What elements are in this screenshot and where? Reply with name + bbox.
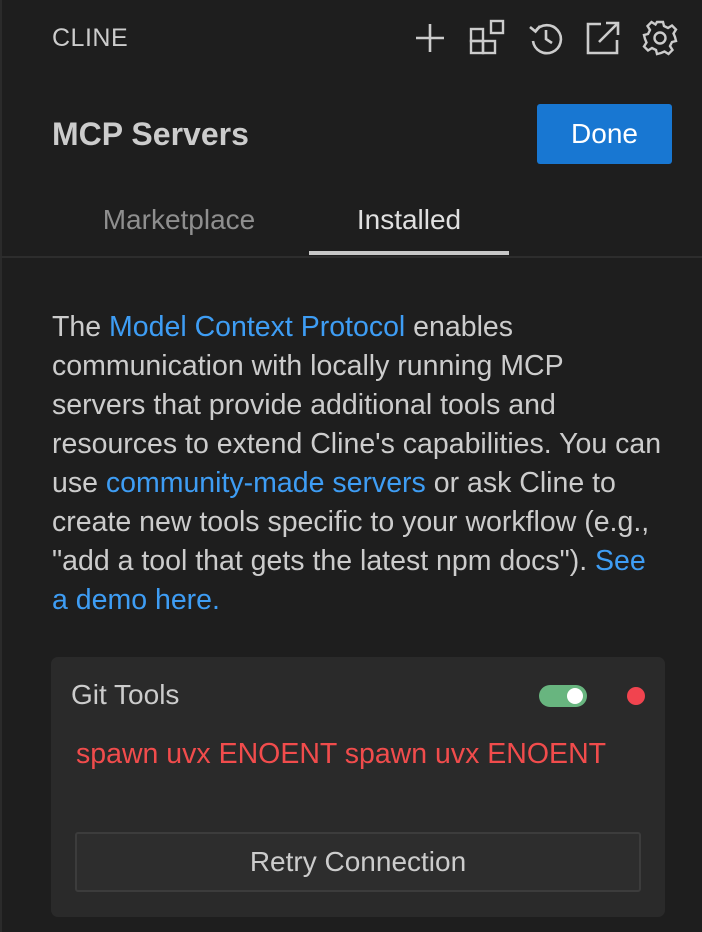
tab-marketplace[interactable]: Marketplace — [70, 185, 288, 254]
toggle-knob — [567, 688, 583, 704]
server-enable-toggle[interactable] — [539, 685, 587, 707]
server-name: Git Tools — [71, 679, 180, 710]
open-external-icon[interactable] — [581, 16, 625, 60]
community-servers-link[interactable]: community-made servers — [106, 467, 426, 499]
page-title: MCP Servers — [52, 116, 249, 152]
top-bar: CLINE — [0, 0, 702, 78]
tab-bar: Marketplace Installed — [0, 185, 702, 258]
plus-icon[interactable] — [408, 16, 452, 60]
server-error-message: spawn uvx ENOENT spawn uvx ENOENT — [76, 738, 607, 770]
history-icon[interactable] — [524, 16, 568, 60]
extensions-icon[interactable] — [466, 16, 510, 60]
model-context-protocol-link[interactable]: Model Context Protocol — [109, 311, 405, 343]
mcp-description: The Model Context Protocol enables commu… — [52, 308, 662, 620]
active-tab-indicator — [309, 251, 509, 255]
server-card: Git Tools spawn uvx ENOENT spawn uvx ENO… — [51, 657, 665, 917]
app-title: CLINE — [52, 24, 129, 52]
tab-installed[interactable]: Installed — [309, 185, 509, 254]
server-status-dot — [627, 687, 645, 705]
retry-connection-button[interactable]: Retry Connection — [75, 832, 641, 892]
description-text: The — [52, 311, 110, 343]
mcp-servers-panel: CLINE MCP Servers Done Marketplace Insta… — [0, 0, 702, 932]
gear-icon[interactable] — [638, 16, 682, 60]
done-button[interactable]: Done — [537, 104, 672, 164]
panel-border — [0, 0, 2, 932]
